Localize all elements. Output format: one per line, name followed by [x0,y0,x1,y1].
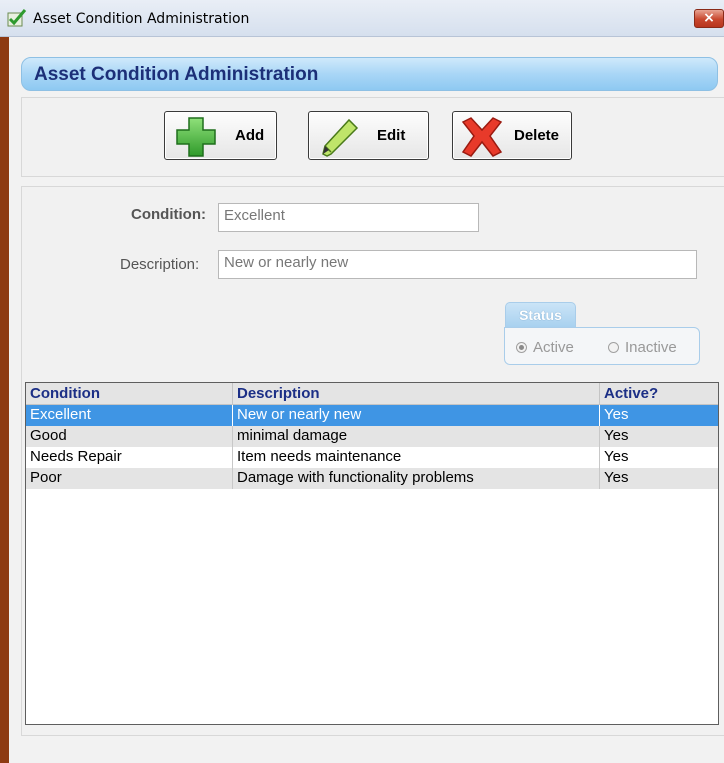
cell-description: New or nearly new [233,405,600,426]
toolbar: Add Edit Delete [21,97,724,177]
table-row[interactable]: Good minimal damage Yes [26,426,718,447]
cell-condition: Poor [26,468,233,489]
description-input[interactable]: New or nearly new [218,250,697,279]
column-header-condition[interactable]: Condition [26,383,233,405]
cell-description: minimal damage [233,426,600,447]
delete-button-label: Delete [514,127,560,144]
pencil-icon [322,118,359,157]
delete-button[interactable]: Delete [452,111,572,160]
add-button-label: Add [235,127,265,144]
active-radio-button[interactable] [516,342,527,353]
page-title: Asset Condition Administration [34,64,319,85]
table-row[interactable]: Poor Damage with functionality problems … [26,468,718,489]
status-groupbox-title: Status [505,302,576,327]
close-icon: × [703,10,715,26]
window-title: Asset Condition Administration [33,11,250,27]
inactive-radio-label: Inactive [625,339,677,356]
cell-active: Yes [604,448,629,465]
condition-label: Condition: [131,206,206,223]
column-header-active[interactable]: Active? [600,383,718,405]
active-radio-label: Active [533,339,574,356]
edit-button-label: Edit [377,127,406,144]
description-label: Description: [120,256,200,273]
window-frame [0,37,9,763]
delete-x-icon [461,117,503,157]
cell-condition: Excellent [26,405,233,426]
app-window: Asset Condition Administration × Asset C… [0,0,724,763]
condition-input[interactable]: Excellent [218,203,479,232]
column-header-description[interactable]: Description [233,383,600,405]
table-row[interactable]: Needs Repair Item needs maintenance Yes [26,447,718,468]
add-button[interactable]: Add [164,111,277,160]
cell-active: Yes [604,406,629,423]
conditions-grid[interactable]: Condition Description Active? Excellent … [25,382,719,725]
active-radio[interactable]: Active [516,339,574,356]
main-content: Asset Condition Administration Add Edit … [9,37,724,763]
page-header: Asset Condition Administration [21,57,718,91]
cell-active: Yes [604,469,629,486]
cell-active: Yes [604,427,629,444]
plus-icon [176,117,216,157]
status-groupbox: Active Inactive [504,327,700,365]
close-button[interactable]: × [694,9,724,28]
inactive-radio-button[interactable] [608,342,619,353]
check-icon [7,9,27,27]
grid-header: Condition Description Active? [26,383,718,405]
cell-condition: Needs Repair [26,447,233,468]
table-row[interactable]: Excellent New or nearly new Yes [26,405,718,426]
edit-button[interactable]: Edit [308,111,429,160]
cell-description: Item needs maintenance [233,447,600,468]
title-bar[interactable]: Asset Condition Administration × [0,0,724,37]
cell-condition: Good [26,426,233,447]
inactive-radio[interactable]: Inactive [608,339,677,356]
cell-description: Damage with functionality problems [233,468,600,489]
